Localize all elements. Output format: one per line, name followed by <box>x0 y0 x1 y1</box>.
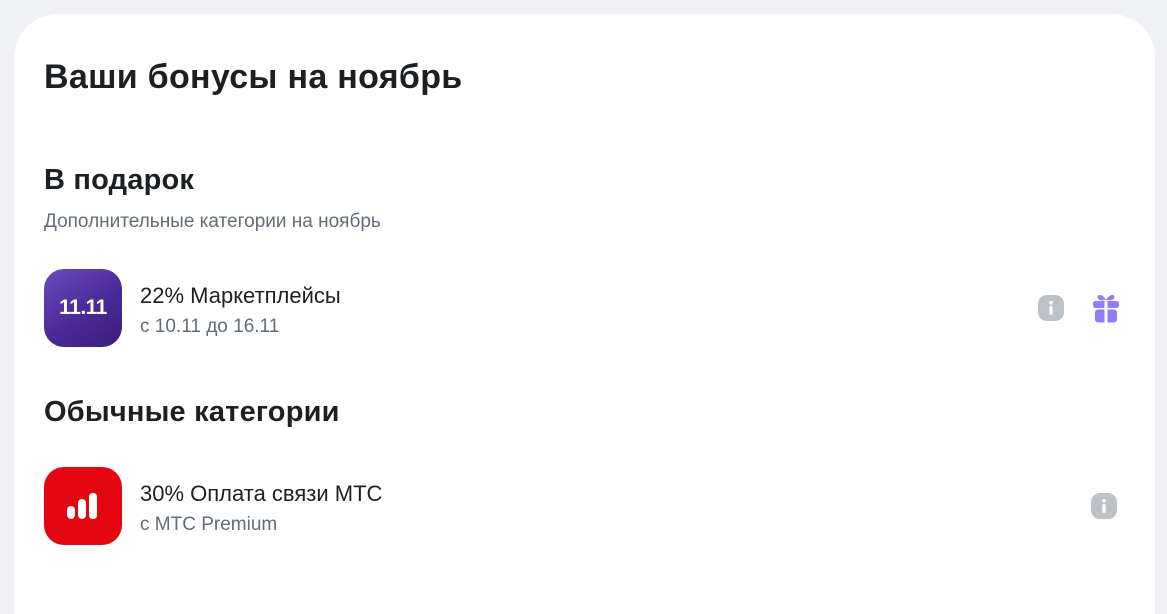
gift-icon[interactable] <box>1089 291 1123 325</box>
bonus-item-marketplaces[interactable]: 11.11 22% Маркетплейсы с 10.11 до 16.11 <box>44 269 1120 347</box>
mts-tile <box>44 467 122 545</box>
section-title-regular: Обычные категории <box>44 396 340 428</box>
mts-logo-icon <box>67 493 97 519</box>
bonus-item-title: 22% Маркетплейсы <box>140 283 341 308</box>
bonus-item-title: 30% Оплата связи МТС <box>140 481 383 506</box>
bonus-card: Ваши бонусы на ноябрь В подарок Дополнит… <box>14 14 1155 614</box>
info-icon[interactable] <box>1036 293 1066 323</box>
page-title: Ваши бонусы на ноябрь <box>44 58 463 96</box>
bonus-item-dates: с 10.11 до 16.11 <box>140 316 280 337</box>
bonus-item-mts-payment[interactable]: 30% Оплата связи МТС с МТС Premium <box>44 467 1120 545</box>
section-title-gift: В подарок <box>44 164 195 196</box>
marketplaces-tile: 11.11 <box>44 269 122 347</box>
tile-label: 11.11 <box>59 296 107 319</box>
info-icon[interactable] <box>1089 491 1119 521</box>
section-subtitle-gift: Дополнительные категории на ноябрь <box>44 211 381 232</box>
bonus-item-condition: с МТС Premium <box>140 514 278 535</box>
